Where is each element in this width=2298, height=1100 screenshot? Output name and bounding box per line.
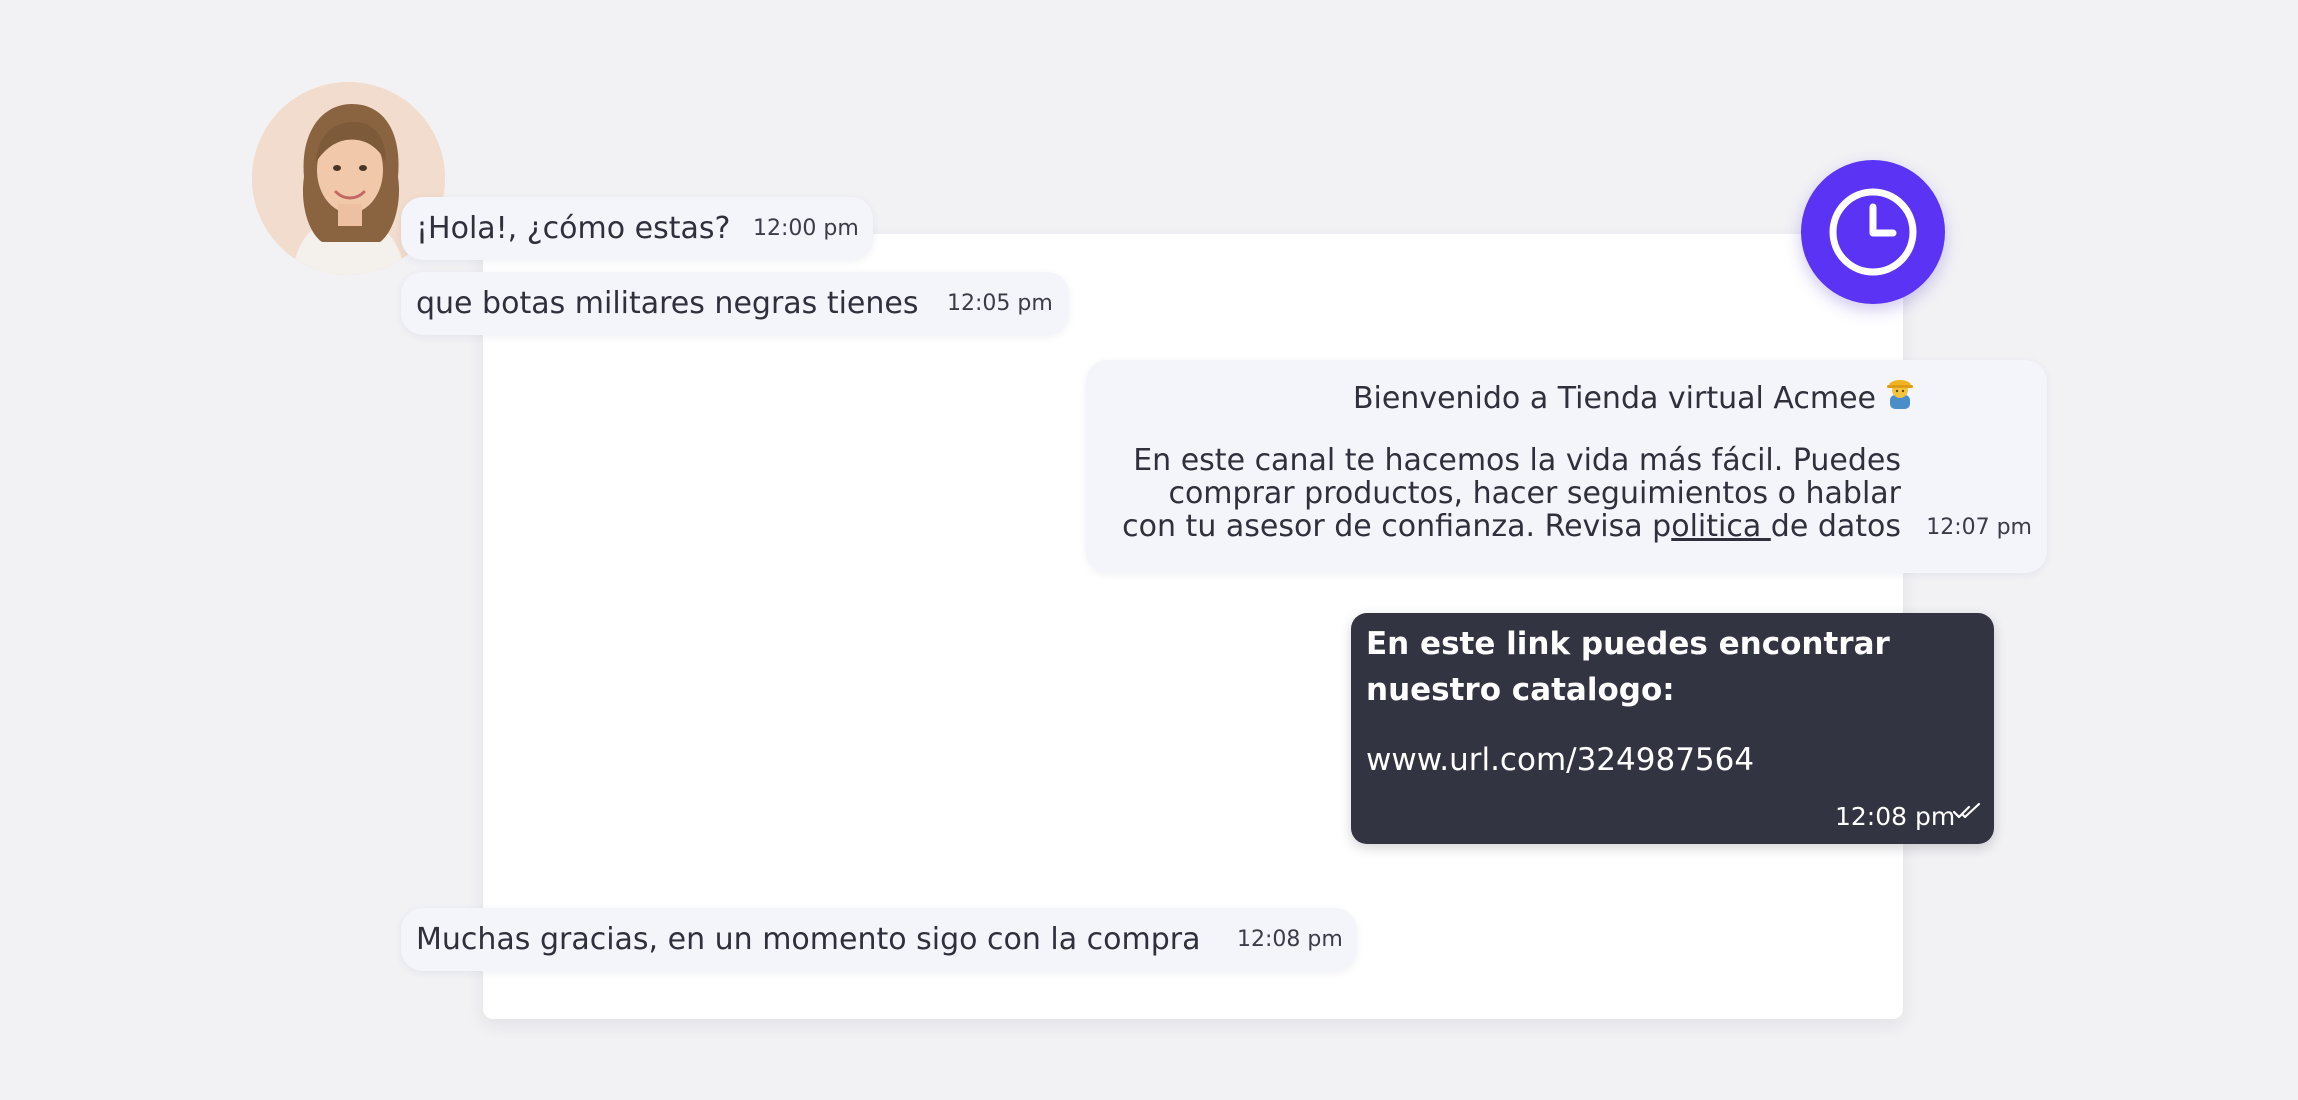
welcome-line-last: con tu asesor de confianza. Revisa polit… [1122, 510, 1901, 543]
privacy-policy-link[interactable]: olitica [1671, 509, 1771, 544]
message-text: Muchas gracias, en un momento sigo con l… [416, 922, 1201, 957]
welcome-line-suffix: de datos [1770, 509, 1901, 544]
message-time: 12:08 pm [1237, 927, 1343, 952]
welcome-heading: Bienvenido a Tienda virtual Acmee [1352, 380, 1914, 418]
double-check-icon [1952, 800, 1982, 826]
message-bubble-customer: ¡Hola!, ¿cómo estas? 12:00 pm [401, 197, 873, 260]
welcome-line: En este canal te hacemos la vida más fác… [1133, 443, 1901, 478]
construction-worker-emoji-icon [1886, 375, 1914, 418]
message-text: En este link puedes encontrar nuestro ca… [1366, 626, 1890, 708]
message-bubble-customer: Muchas gracias, en un momento sigo con l… [401, 908, 1357, 971]
message-text: ¡Hola!, ¿cómo estas? [416, 211, 731, 246]
message-time: 12:08 pm [1835, 802, 1956, 831]
message-text: que botas militares negras tienes [416, 286, 919, 321]
catalog-link[interactable]: www.url.com/324987564 [1366, 741, 1754, 779]
welcome-greeting: Bienvenido a Tienda virtual Acmee [1352, 381, 1876, 416]
clock-icon [1801, 160, 1945, 304]
message-bubble-agent: En este link puedes encontrar nuestro ca… [1351, 613, 1994, 844]
message-time: 12:00 pm [753, 216, 859, 241]
message-bubble-business-welcome: Bienvenido a Tienda virtual Acmee En est… [1086, 360, 2047, 573]
welcome-line-prefix: con tu asesor de confianza. Revisa p [1122, 509, 1672, 544]
welcome-body: En este canal te hacemos la vida más fác… [1122, 444, 1901, 543]
message-bubble-customer: que botas militares negras tienes 12:05 … [401, 272, 1069, 335]
welcome-line: comprar productos, hacer seguimientos o … [1168, 476, 1901, 511]
message-time: 12:05 pm [947, 291, 1053, 316]
message-time: 12:07 pm [1926, 515, 2032, 540]
